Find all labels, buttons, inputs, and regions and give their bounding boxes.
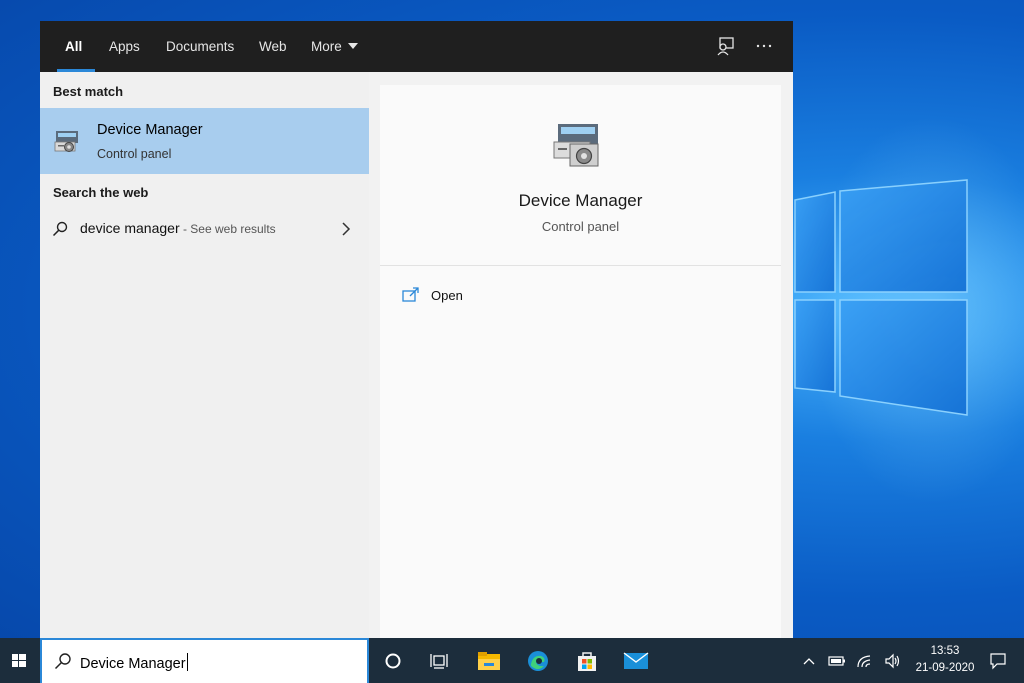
cortana-icon (385, 653, 401, 668)
tab-more-label: More (311, 39, 342, 54)
search-input[interactable]: Device Manager (80, 653, 188, 672)
clock-time: 13:53 (930, 645, 960, 657)
search-web-heading: Search the web (53, 185, 149, 200)
preview-divider (380, 265, 781, 266)
windows-wallpaper-logo (794, 179, 968, 416)
web-search-result[interactable]: device manager - See web results (40, 214, 369, 244)
show-hidden-icons-button[interactable] (798, 638, 820, 683)
notification-icon (990, 652, 1006, 669)
clock-date: 21-09-2020 (915, 662, 975, 674)
best-match-result[interactable]: Device Manager Control panel (40, 108, 369, 174)
battery-icon (828, 655, 845, 666)
best-match-subtitle: Control panel (97, 147, 172, 161)
chevron-up-icon (803, 657, 815, 664)
volume-button[interactable] (881, 638, 905, 683)
text-cursor (186, 653, 188, 671)
taskbar: Device Manager 13:53 21-09-2020 (0, 638, 1024, 683)
wifi-icon (857, 654, 871, 667)
action-center-button[interactable] (985, 638, 1011, 683)
clock[interactable]: 13:53 21-09-2020 (910, 643, 980, 677)
mail-button[interactable] (612, 638, 660, 683)
tab-web[interactable]: Web (259, 21, 287, 72)
search-panel: All Apps Documents Web More Best match D… (40, 21, 793, 638)
task-view-icon (430, 653, 448, 669)
search-icon (54, 653, 71, 670)
search-icon (52, 221, 68, 237)
tab-all[interactable]: All (65, 21, 82, 72)
device-manager-large-icon (553, 124, 599, 167)
chevron-right-icon[interactable] (340, 222, 352, 236)
store-button[interactable] (563, 638, 611, 683)
network-button[interactable] (853, 638, 877, 683)
edge-button[interactable] (514, 638, 562, 683)
device-manager-icon (54, 131, 78, 152)
speaker-icon (885, 653, 900, 668)
open-action[interactable]: Open (402, 285, 522, 309)
file-explorer-icon (478, 651, 500, 670)
results-list: Best match Device Manager Control panel … (40, 72, 369, 638)
open-icon (402, 287, 419, 302)
best-match-title: Device Manager (97, 122, 203, 138)
tab-more[interactable]: More (311, 21, 358, 72)
edge-icon (528, 650, 548, 671)
feedback-icon[interactable] (714, 35, 736, 57)
task-view-button[interactable] (415, 638, 463, 683)
taskbar-search-box[interactable]: Device Manager (40, 638, 369, 683)
tab-apps[interactable]: Apps (109, 21, 140, 72)
search-filter-bar: All Apps Documents Web More (40, 21, 793, 72)
best-match-heading: Best match (53, 84, 124, 99)
tab-documents[interactable]: Documents (166, 21, 234, 72)
web-query: device manager (80, 220, 180, 236)
start-button[interactable] (0, 638, 40, 683)
chevron-down-icon (347, 43, 358, 49)
cortana-button[interactable] (369, 638, 417, 683)
web-result-text: device manager - See web results (80, 220, 276, 236)
preview-subtitle: Control panel (541, 219, 620, 234)
more-options-icon[interactable] (753, 35, 775, 57)
search-input-value: Device Manager (80, 656, 186, 672)
preview-title: Device Manager (518, 191, 643, 210)
web-results-hint: - See web results (179, 222, 276, 236)
open-label: Open (431, 288, 463, 303)
store-icon (578, 651, 596, 671)
battery-button[interactable] (825, 638, 849, 683)
file-explorer-button[interactable] (465, 638, 513, 683)
mail-icon (623, 651, 649, 669)
preview-pane: Device Manager Control panel Open (380, 85, 781, 638)
